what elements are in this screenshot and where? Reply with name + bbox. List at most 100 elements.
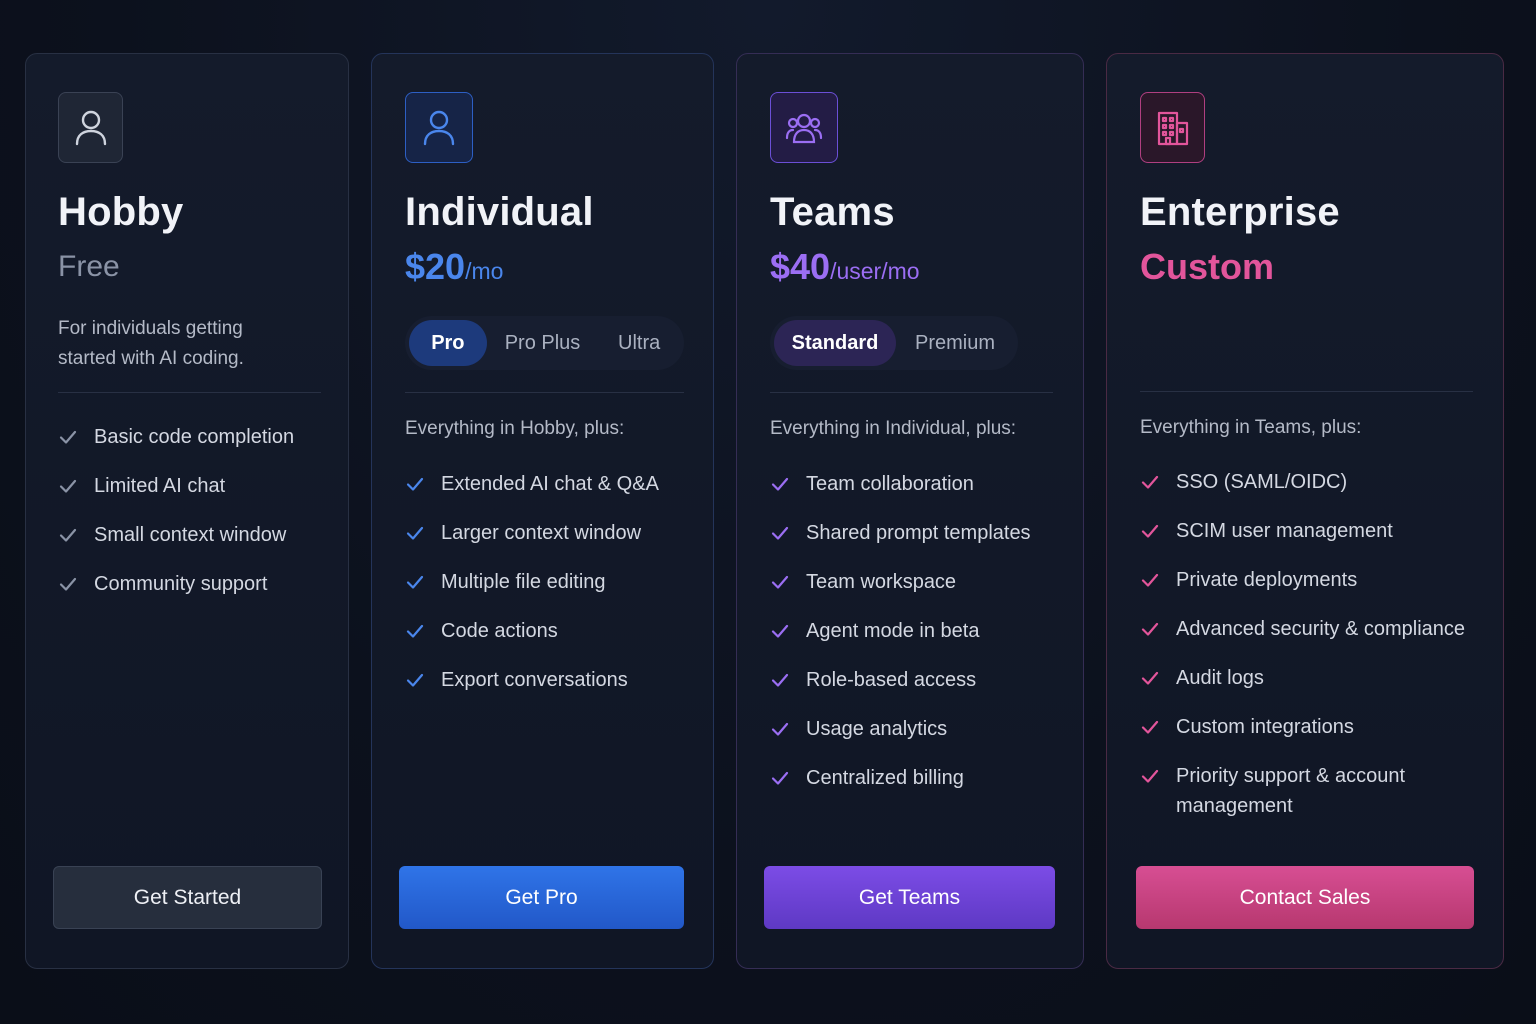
check-icon: [1140, 614, 1162, 644]
check-icon: [1140, 565, 1162, 595]
check-icon: [1140, 467, 1162, 497]
plan-intro: Everything in Hobby, plus:: [405, 418, 625, 439]
feature-label: Team collaboration: [806, 473, 974, 495]
feature-item: Centralized billing: [770, 763, 1031, 793]
feature-item: Team collaboration: [770, 469, 1031, 499]
feature-label: Code actions: [441, 620, 558, 642]
tier-selector: Pro Pro Plus Ultra: [405, 316, 684, 370]
check-icon: [1140, 516, 1162, 546]
check-icon: [1140, 712, 1162, 742]
plan-price: Custom: [1140, 246, 1274, 288]
feature-label: Basic code completion: [94, 426, 295, 448]
feature-list: Basic code completion Limited AI chat Sm…: [58, 422, 294, 618]
feature-item: Audit logs: [1140, 663, 1470, 693]
tier-selector: Standard Premium: [770, 316, 1018, 370]
check-icon: [405, 518, 427, 548]
feature-item: Advanced security & compliance: [1140, 614, 1470, 644]
feature-label: Private deployments: [1176, 569, 1358, 591]
check-icon: [405, 469, 427, 499]
price-value: $20: [405, 246, 466, 287]
plan-card-teams: Teams $40/user/mo Standard Premium Every…: [736, 53, 1084, 969]
tier-option-pro-plus[interactable]: Pro Plus: [487, 320, 599, 366]
feature-item: Private deployments: [1140, 565, 1470, 595]
check-icon: [770, 567, 792, 597]
check-icon: [1140, 761, 1162, 791]
feature-label: Larger context window: [441, 522, 642, 544]
feature-item: Multiple file editing: [405, 567, 659, 597]
feature-item: Team workspace: [770, 567, 1031, 597]
contact-sales-button[interactable]: Contact Sales: [1136, 866, 1474, 929]
price-value: Free: [58, 250, 120, 283]
price-unit: /user/mo: [830, 258, 920, 284]
feature-label: Role-based access: [806, 669, 977, 691]
feature-item: Role-based access: [770, 665, 1031, 695]
plan-price: $20/mo: [405, 246, 503, 288]
feature-item: SSO (SAML/OIDC): [1140, 467, 1470, 497]
price-value: Custom: [1140, 246, 1274, 287]
feature-item: Community support: [58, 569, 294, 599]
plan-price: Free: [58, 250, 120, 284]
get-started-button[interactable]: Get Started: [53, 866, 322, 929]
divider: [770, 392, 1053, 393]
feature-label: Audit logs: [1176, 667, 1264, 689]
feature-item: Priority support & account management: [1140, 761, 1470, 821]
feature-item: SCIM user management: [1140, 516, 1470, 546]
feature-list: Extended AI chat & Q&A Larger context wi…: [405, 469, 659, 714]
check-icon: [58, 422, 80, 452]
check-icon: [405, 665, 427, 695]
price-unit: /mo: [465, 258, 504, 284]
building-icon: [1140, 92, 1205, 163]
plan-name: Individual: [405, 190, 594, 234]
feature-item: Custom integrations: [1140, 712, 1470, 742]
check-icon: [58, 471, 80, 501]
feature-label: Priority support & account management: [1176, 765, 1405, 817]
feature-item: Extended AI chat & Q&A: [405, 469, 659, 499]
plan-card-individual: Individual $20/mo Pro Pro Plus Ultra Eve…: [371, 53, 714, 969]
feature-item: Usage analytics: [770, 714, 1031, 744]
check-icon: [770, 518, 792, 548]
feature-label: Team workspace: [806, 571, 957, 593]
plan-card-hobby: Hobby Free For individuals getting start…: [25, 53, 349, 969]
price-value: $40: [770, 246, 831, 287]
plan-name: Hobby: [58, 190, 184, 234]
feature-label: SCIM user management: [1176, 520, 1393, 542]
check-icon: [770, 469, 792, 499]
feature-label: Extended AI chat & Q&A: [441, 473, 659, 495]
feature-item: Limited AI chat: [58, 471, 294, 501]
user-icon: [405, 92, 473, 163]
check-icon: [770, 665, 792, 695]
feature-label: Centralized billing: [806, 767, 964, 789]
feature-item: Code actions: [405, 616, 659, 646]
feature-item: Shared prompt templates: [770, 518, 1031, 548]
feature-list: Team collaboration Shared prompt templat…: [770, 469, 1031, 812]
plan-intro: Everything in Individual, plus:: [770, 418, 1017, 439]
pricing-page: Hobby Free For individuals getting start…: [0, 0, 1536, 1024]
check-icon: [770, 763, 792, 793]
check-icon: [405, 567, 427, 597]
feature-label: Advanced security & compliance: [1176, 618, 1466, 640]
feature-item: Export conversations: [405, 665, 659, 695]
feature-label: Usage analytics: [806, 718, 948, 740]
tier-option-premium[interactable]: Premium: [896, 320, 1014, 366]
plan-intro: Everything in Teams, plus:: [1140, 417, 1362, 438]
feature-item: Basic code completion: [58, 422, 294, 452]
check-icon: [58, 569, 80, 599]
plan-card-enterprise: Enterprise Custom Everything in Teams, p…: [1106, 53, 1504, 969]
feature-label: Limited AI chat: [94, 475, 226, 497]
get-teams-button[interactable]: Get Teams: [764, 866, 1055, 929]
feature-label: Multiple file editing: [441, 571, 606, 593]
check-icon: [770, 616, 792, 646]
tier-option-standard[interactable]: Standard: [774, 320, 896, 366]
tier-option-pro[interactable]: Pro: [409, 320, 487, 366]
plan-name: Enterprise: [1140, 190, 1340, 234]
check-icon: [405, 616, 427, 646]
get-pro-button[interactable]: Get Pro: [399, 866, 684, 929]
divider: [405, 392, 684, 393]
check-icon: [770, 714, 792, 744]
feature-item: Agent mode in beta: [770, 616, 1031, 646]
plan-price: $40/user/mo: [770, 246, 920, 288]
feature-label: Shared prompt templates: [806, 522, 1031, 544]
divider: [58, 392, 321, 393]
feature-item: Larger context window: [405, 518, 659, 548]
tier-option-ultra[interactable]: Ultra: [598, 320, 680, 366]
